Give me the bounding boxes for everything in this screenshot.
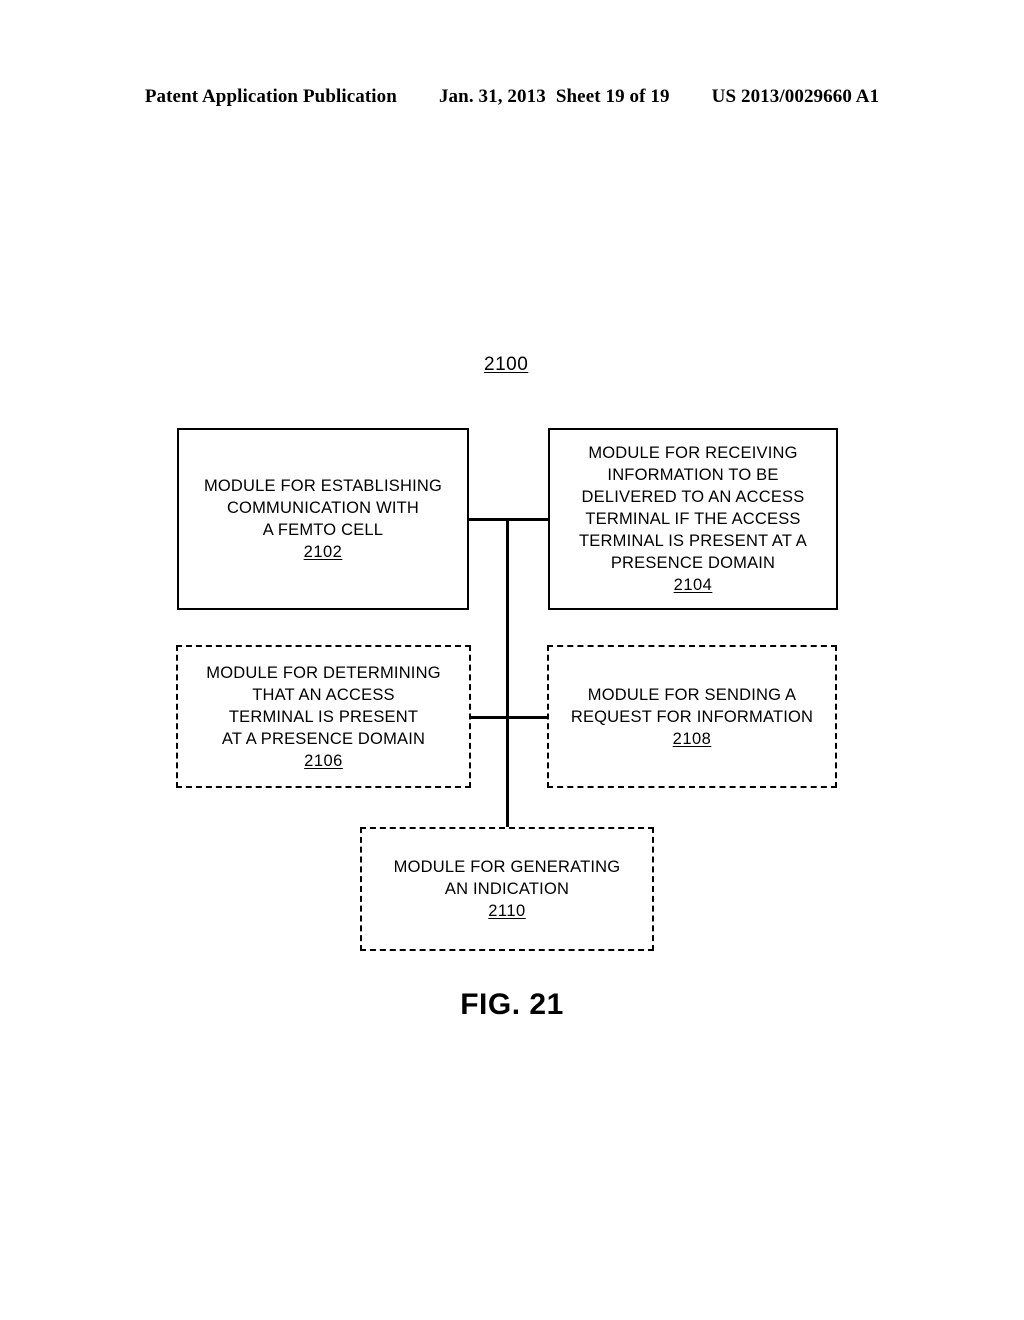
module-box-2106-line-4: AT A PRESENCE DOMAIN [221,729,426,748]
module-box-2108-line-1: MODULE FOR SENDING A [587,685,797,704]
module-box-2108-reference: 2108 [672,729,712,748]
module-box-2108-line-2: REQUEST FOR INFORMATION [570,707,814,726]
module-box-2104-line-3: DELIVERED TO AN ACCESS [581,488,805,506]
module-box-2106-line-2: THAT AN ACCESS [252,685,395,704]
module-box-2104-line-5: TERMINAL IS PRESENT AT A [579,532,807,550]
module-box-2110-line-2: AN INDICATION [444,880,570,898]
module-box-2104-reference: 2104 [673,576,713,594]
module-box-2102: MODULE FOR ESTABLISHING COMMUNICATION WI… [177,428,469,610]
diagram-reference-numeral: 2100 [484,354,529,375]
module-box-2106-line-3: TERMINAL IS PRESENT [228,707,419,726]
module-box-2102-line-1: MODULE FOR ESTABLISHING [203,477,443,495]
module-box-2108: MODULE FOR SENDING A REQUEST FOR INFORMA… [547,645,837,788]
module-box-2106-reference: 2106 [304,751,343,770]
module-box-2106: MODULE FOR DETERMINING THAT AN ACCESS TE… [176,645,471,788]
module-box-2102-line-2: COMMUNICATION WITH [226,499,420,517]
module-box-2106-line-1: MODULE FOR DETERMINING [206,663,441,682]
module-box-2110: MODULE FOR GENERATING AN INDICATION 2110 [360,827,654,951]
module-box-2104: MODULE FOR RECEIVING INFORMATION TO BE D… [548,428,838,610]
module-box-2102-reference: 2102 [303,543,343,561]
module-box-2104-line-1: MODULE FOR RECEIVING [588,444,798,462]
module-box-2104-line-2: INFORMATION TO BE [607,466,779,484]
module-box-2104-line-4: TERMINAL IF THE ACCESS [585,510,801,528]
figure-caption: FIG. 21 [460,988,564,1021]
connector-line-vertical-spine [506,518,509,829]
module-box-2110-reference: 2110 [488,902,526,920]
module-box-2110-line-1: MODULE FOR GENERATING [393,858,621,876]
module-box-2102-line-3: A FEMTO CELL [262,521,384,539]
figure-21-diagram: 2100 MODULE FOR ESTABLISHING COMMUNICATI… [0,0,1024,1320]
module-box-2104-line-6: PRESENCE DOMAIN [610,554,776,572]
